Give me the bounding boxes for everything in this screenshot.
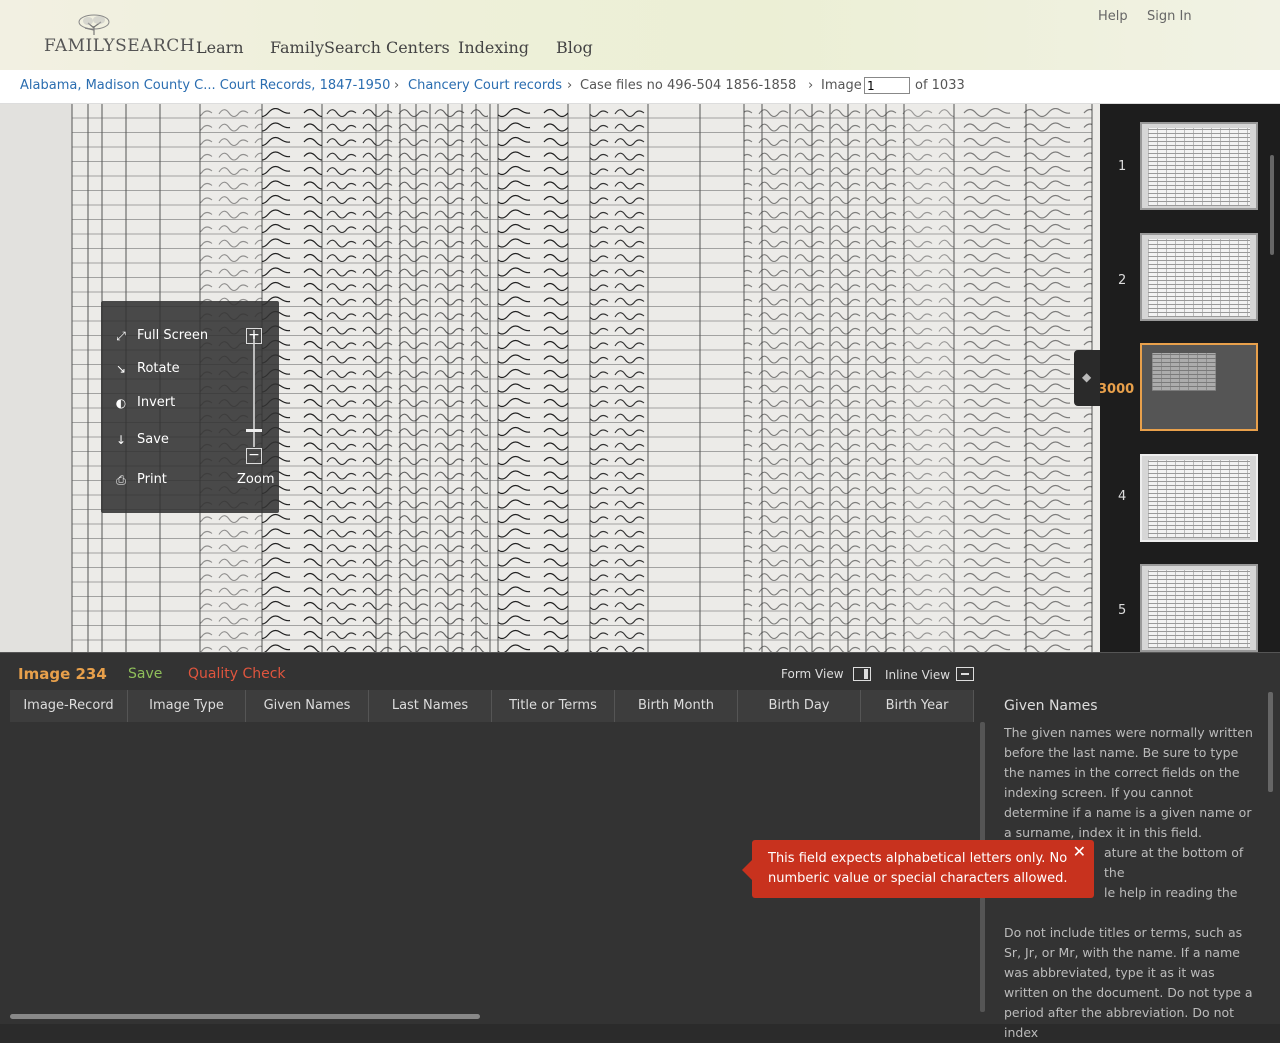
sign-in-link[interactable]: Sign In — [1147, 9, 1192, 24]
thumbnail-number: 1 — [1118, 159, 1127, 174]
nav-blog[interactable]: Blog — [556, 38, 593, 57]
thumbnail-number-active: 3000 — [1098, 382, 1135, 397]
breadcrumb-separator: › — [808, 78, 814, 93]
print-label: Print — [137, 472, 167, 487]
site-header: FAMILYSEARCH Learn FamilySearch Centers … — [0, 0, 1280, 70]
nav-learn[interactable]: Learn — [196, 38, 244, 57]
thumbnail[interactable] — [1140, 564, 1258, 652]
form-view-toggle[interactable]: Form View — [781, 667, 844, 681]
zoom-slider-handle[interactable] — [246, 429, 262, 432]
save-image-label: Save — [137, 432, 169, 447]
thumbnail-scrollbar[interactable] — [1270, 155, 1274, 255]
help-paragraph-fragment: ature at the bottom of the — [1104, 845, 1244, 880]
help-paragraph: Do not include titles or terms, such as … — [1004, 925, 1253, 1040]
image-viewer[interactable]: 01-01RequiredBobSquarepantsRequiredRequi… — [0, 104, 1100, 652]
expand-icon: ⤢ — [116, 328, 126, 343]
tooltip-pointer — [742, 860, 752, 880]
column-header: Given Names — [246, 690, 369, 722]
quality-check-button[interactable]: Quality Check — [188, 666, 286, 682]
thumbnail[interactable] — [1140, 122, 1258, 210]
inline-view-toggle[interactable]: Inline View — [885, 668, 950, 682]
viewer-toolbox: ⤢ Full Screen ↘ Rotate ◐ Invert ↓ Save ⎙… — [101, 301, 279, 513]
thumbnail-number: 2 — [1118, 273, 1127, 288]
image-number-input[interactable] — [864, 77, 910, 94]
column-header: Title or Terms — [492, 690, 615, 722]
field-help-panel: Given Names The given names were normall… — [1004, 696, 1260, 1043]
zoom-out-button[interactable]: − — [246, 448, 262, 464]
breadcrumb-separator: › — [567, 78, 573, 93]
print-button[interactable]: ⎙ Print — [115, 472, 167, 487]
thumbnail-active[interactable] — [1140, 343, 1258, 431]
thumbnail-strip: 1 2 3000 ◆ 4 5 — [1074, 104, 1280, 652]
column-header: Image-Record — [10, 690, 128, 722]
column-header: Birth Day — [738, 690, 861, 722]
image-total: of 1033 — [915, 78, 965, 93]
help-paragraph: The given names were normally written be… — [1004, 725, 1253, 840]
panel-image-title: Image 234 — [18, 665, 107, 683]
printer-icon: ⎙ — [116, 472, 126, 487]
invert-icon: ◐ — [115, 395, 127, 410]
help-scrollbar[interactable] — [1268, 692, 1273, 792]
thumbnail[interactable] — [1140, 233, 1258, 321]
nav-familysearch-centers[interactable]: FamilySearch Centers — [270, 38, 450, 57]
help-link[interactable]: Help — [1098, 9, 1128, 24]
table-horizontal-scrollbar[interactable] — [10, 1014, 480, 1019]
invert-button[interactable]: ◐ Invert — [115, 395, 175, 410]
resize-icon: ◆ — [1082, 370, 1092, 384]
nav-indexing[interactable]: Indexing — [458, 38, 529, 57]
invert-label: Invert — [137, 395, 176, 410]
help-title: Given Names — [1004, 698, 1098, 714]
form-view-icon[interactable] — [853, 667, 871, 681]
column-header: Image Type — [128, 690, 246, 722]
breadcrumb: Alabama, Madison County C... Court Recor… — [0, 70, 1280, 104]
logo-text: FAMILYSEARCH — [44, 36, 196, 56]
column-header: Last Names — [369, 690, 492, 722]
familysearch-logo[interactable]: FAMILYSEARCH — [44, 14, 196, 56]
zoom-in-button[interactable]: + — [246, 328, 262, 344]
inline-view-icon[interactable] — [956, 667, 974, 681]
breadcrumb-court[interactable]: Chancery Court records — [408, 78, 562, 93]
help-paragraph-fragment: le help in reading the — [1104, 885, 1238, 900]
column-header: Birth Year — [861, 690, 974, 722]
save-image-button[interactable]: ↓ Save — [115, 432, 169, 447]
tree-logo-icon — [78, 14, 110, 35]
image-label: Image — [821, 78, 862, 93]
full-screen-label: Full Screen — [137, 328, 209, 343]
breadcrumb-collection[interactable]: Alabama, Madison County C... Court Recor… — [20, 78, 390, 93]
panel-save-button[interactable]: Save — [128, 666, 162, 682]
breadcrumb-case: Case files no 496-504 1856-1858 — [580, 78, 797, 93]
rotate-button[interactable]: ↘ Rotate — [115, 361, 180, 376]
strip-toggle-handle[interactable]: ◆ — [1074, 350, 1100, 406]
rotate-label: Rotate — [137, 361, 180, 376]
rotate-icon: ↘ — [115, 361, 127, 376]
column-header: Birth Month — [615, 690, 738, 722]
thumbnail-number: 4 — [1118, 489, 1127, 504]
breadcrumb-separator: › — [394, 78, 400, 93]
thumbnail[interactable] — [1140, 454, 1258, 542]
zoom-label: Zoom — [237, 472, 275, 487]
thumbnail-number: 5 — [1118, 603, 1127, 618]
download-icon: ↓ — [115, 432, 127, 447]
full-screen-button[interactable]: ⤢ Full Screen — [115, 328, 208, 343]
